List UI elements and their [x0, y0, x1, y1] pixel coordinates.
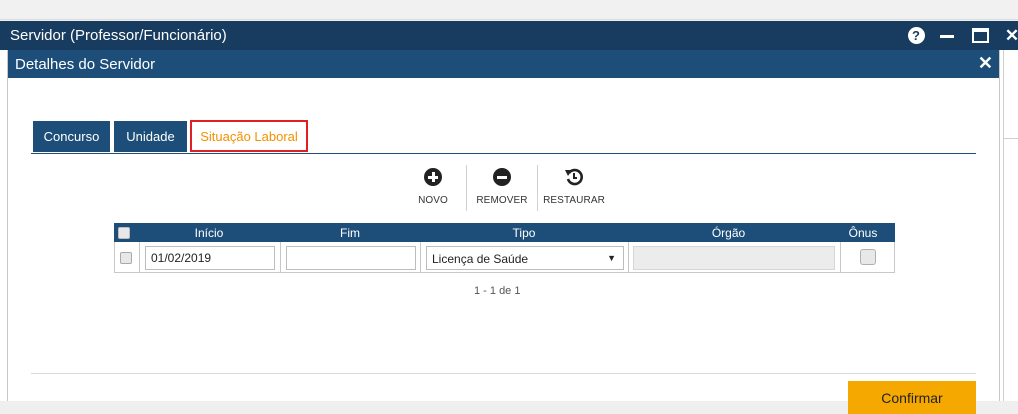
table-row: Licença de Saúde ▼: [114, 242, 895, 273]
confirm-button[interactable]: Confirmar: [848, 381, 976, 414]
cell-divider: [840, 242, 841, 273]
plus-circle-icon: [424, 167, 442, 187]
cell-divider: [139, 242, 140, 273]
new-button-label: NOVO: [418, 195, 448, 206]
tipo-select[interactable]: Licença de Saúde ▼: [426, 246, 624, 270]
cell-divider: [420, 242, 421, 273]
tab-underline: [31, 153, 976, 154]
tab-unidade[interactable]: Unidade: [114, 121, 187, 152]
minimize-icon: [940, 35, 954, 38]
grid-header: Início Fim Tipo Órgão Ônus: [114, 223, 895, 242]
dialog-close-icon[interactable]: ✕: [978, 53, 993, 74]
details-dialog: Detalhes do Servidor ✕ Concurso Unidade …: [7, 50, 1000, 414]
minus-circle-icon: [493, 167, 511, 187]
inicio-date-input[interactable]: [145, 246, 275, 270]
orgao-input: [633, 246, 835, 270]
help-circle-icon: ?: [907, 27, 925, 44]
background-panel-divider: [1003, 138, 1018, 139]
column-header-tipo[interactable]: Tipo: [425, 223, 623, 242]
maximize-icon: [971, 28, 989, 43]
column-header-inicio[interactable]: Início: [144, 223, 274, 242]
toolbar-divider: [537, 165, 538, 211]
dialog-titlebar: Detalhes do Servidor ✕: [8, 50, 999, 78]
dialog-title: Detalhes do Servidor: [15, 56, 156, 73]
select-all-checkbox[interactable]: [118, 226, 130, 239]
background-panel-edge: [1003, 50, 1004, 401]
outer-close-button[interactable]: ✕: [998, 21, 1018, 50]
top-strip: [0, 0, 1018, 20]
column-header-orgao[interactable]: Órgão: [626, 223, 831, 242]
footer-divider: [31, 373, 976, 374]
cell-divider: [628, 242, 629, 273]
remove-button[interactable]: REMOVER: [476, 163, 528, 213]
toolbar-divider: [466, 165, 467, 211]
select-all-cell: [114, 223, 134, 242]
row-select-checkbox[interactable]: [120, 252, 132, 264]
help-button[interactable]: ?: [902, 21, 930, 50]
restore-icon: [564, 167, 584, 187]
maximize-button[interactable]: [966, 21, 994, 50]
tab-situacao-laboral[interactable]: Situação Laboral: [190, 120, 308, 152]
remove-button-label: REMOVER: [476, 195, 528, 206]
column-header-onus[interactable]: Ônus: [834, 223, 892, 242]
onus-checkbox[interactable]: [860, 249, 876, 265]
new-button[interactable]: NOVO: [414, 163, 452, 213]
minimize-button[interactable]: [933, 21, 961, 50]
cell-divider: [280, 242, 281, 273]
tab-concurso[interactable]: Concurso: [33, 121, 110, 152]
tipo-select-value: Licença de Saúde: [432, 252, 529, 266]
pager-info: 1 - 1 de 1: [474, 285, 521, 297]
column-header-fim[interactable]: Fim: [285, 223, 415, 242]
outer-window: Servidor (Professor/Funcionário) ? ✕ Det…: [0, 21, 1018, 414]
outer-window-title: Servidor (Professor/Funcionário): [10, 27, 227, 44]
outer-window-titlebar: Servidor (Professor/Funcionário) ? ✕: [0, 21, 1018, 50]
chevron-down-icon: ▼: [607, 253, 616, 263]
close-icon: ✕: [1004, 25, 1018, 45]
restore-button-label: RESTAURAR: [543, 195, 605, 206]
fim-date-input[interactable]: [286, 246, 416, 270]
restore-button[interactable]: RESTAURAR: [543, 163, 605, 213]
